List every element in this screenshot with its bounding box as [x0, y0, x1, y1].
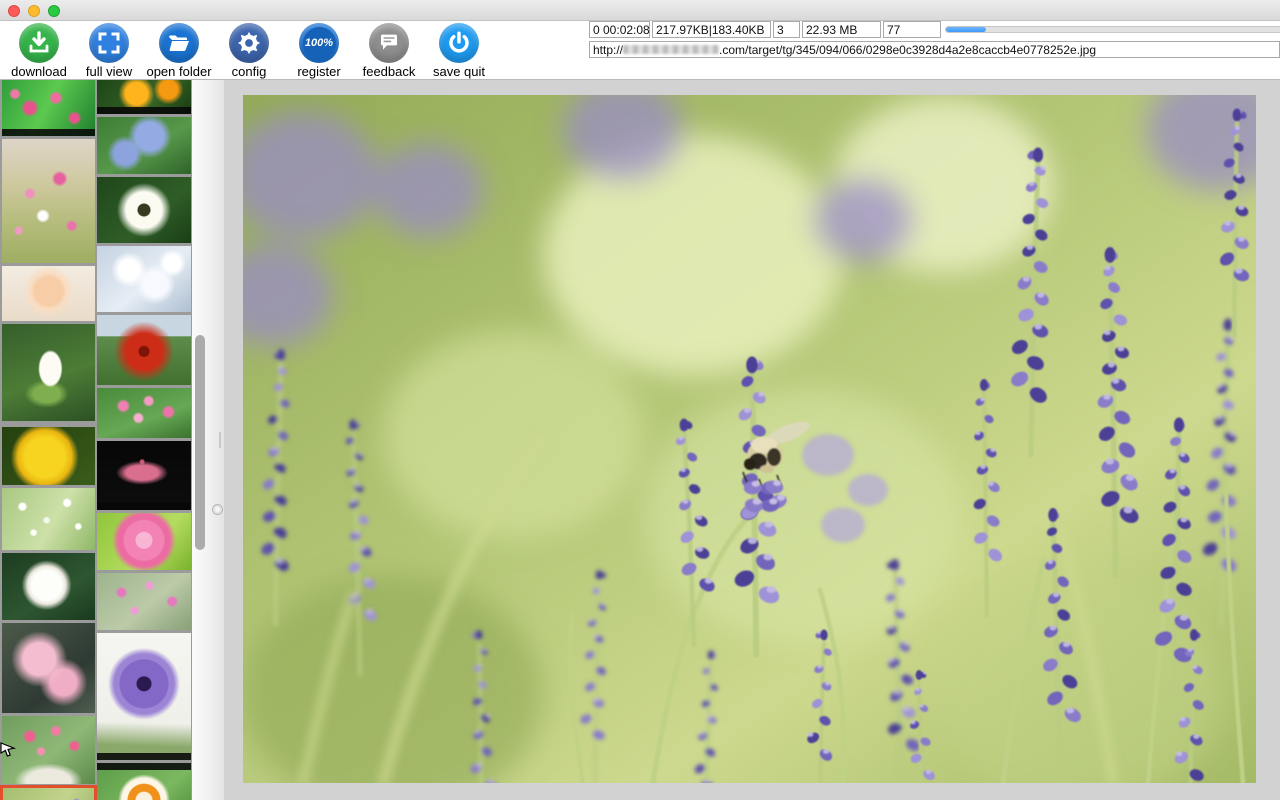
download-progress-fill	[946, 27, 986, 32]
status-field-transfer-rate: 217.97KB|183.40KB	[652, 21, 771, 38]
content-area	[0, 80, 1280, 800]
config-button[interactable]: config	[214, 23, 284, 79]
thumbnail[interactable]	[2, 266, 95, 321]
status-field-elapsed-time: 0 00:02:08	[589, 21, 650, 38]
savequit-button[interactable]: save quit	[424, 23, 494, 79]
titlebar	[0, 0, 1280, 21]
url-path: .com/target/tg/345/094/066/0298e0c3928d4…	[719, 43, 1096, 57]
register-label: register	[297, 64, 340, 79]
fullview-button[interactable]: full view	[74, 23, 144, 79]
speech-bubble-icon	[369, 23, 409, 63]
badge-100-text: 100%	[305, 37, 333, 49]
thumbnail[interactable]	[2, 553, 95, 620]
status-row: 0 00:02:08217.97KB|183.40KB322.93 MB77	[589, 21, 1280, 38]
thumbnail[interactable]	[97, 117, 191, 174]
panel-splitter[interactable]	[210, 80, 224, 800]
thumbnail[interactable]	[97, 573, 191, 630]
mouse-cursor-icon	[0, 740, 18, 758]
savequit-label: save quit	[433, 64, 485, 79]
zoom-window-icon[interactable]	[48, 5, 60, 17]
feedback-button[interactable]: feedback	[354, 23, 424, 79]
splitter-grip-line	[219, 432, 221, 448]
gear-icon	[229, 23, 269, 63]
fullview-label: full view	[86, 64, 132, 79]
thumbnail[interactable]	[2, 623, 95, 713]
config-label: config	[232, 64, 267, 79]
thumbnail[interactable]	[97, 763, 191, 800]
thumbnail[interactable]	[97, 441, 191, 510]
download-progress-bar	[945, 26, 1280, 33]
status-field-file-count: 77	[883, 21, 941, 38]
badge-100-inner-disc: 100%	[303, 27, 336, 60]
thumbnail-scrollbar[interactable]	[192, 80, 210, 800]
thumbnail[interactable]	[97, 315, 191, 385]
thumbnail[interactable]	[97, 513, 191, 570]
status-field-task-count: 3	[773, 21, 800, 38]
download-icon	[19, 23, 59, 63]
thumbnail[interactable]	[2, 80, 95, 136]
lavender-photo-graphic	[243, 95, 1256, 783]
preview-image	[243, 95, 1256, 783]
url-prefix: http://	[593, 43, 623, 57]
register-button[interactable]: 100% register	[284, 23, 354, 79]
thumbnail[interactable]	[97, 633, 191, 760]
thumbnail[interactable]	[2, 324, 95, 421]
openfolder-label: open folder	[146, 64, 211, 79]
toolbar-buttons: download full view open folder config 100% re…	[4, 23, 494, 79]
fullscreen-icon	[89, 23, 129, 63]
thumbnail[interactable]	[97, 177, 191, 243]
thumbnail[interactable]	[97, 246, 191, 312]
download-label: download	[11, 64, 67, 79]
url-field[interactable]: http:// .com/target/tg/345/094/066/0298e0…	[589, 41, 1280, 58]
splitter-grip-handle[interactable]	[212, 504, 223, 515]
thumbnail[interactable]	[97, 80, 191, 114]
download-button[interactable]: download	[4, 23, 74, 79]
thumbnail-panel	[0, 80, 192, 800]
close-window-icon[interactable]	[8, 5, 20, 17]
redacted-domain	[623, 45, 719, 54]
open-folder-icon	[159, 23, 199, 63]
toolbar: download full view open folder config 100% re…	[0, 21, 1280, 80]
thumbnail[interactable]	[2, 139, 95, 263]
image-viewer	[224, 80, 1280, 800]
power-icon	[439, 23, 479, 63]
scrollbar-thumb[interactable]	[195, 335, 205, 550]
feedback-label: feedback	[363, 64, 416, 79]
thumbnail[interactable]	[97, 388, 191, 438]
window-controls	[8, 5, 60, 17]
thumbnail-selected[interactable]	[2, 787, 95, 800]
status-field-downloaded-size: 22.93 MB	[802, 21, 881, 38]
openfolder-button[interactable]: open folder	[144, 23, 214, 79]
thumbnail[interactable]	[2, 427, 95, 485]
badge-100-icon: 100%	[299, 23, 339, 63]
minimize-window-icon[interactable]	[28, 5, 40, 17]
thumbnail[interactable]	[2, 488, 95, 550]
